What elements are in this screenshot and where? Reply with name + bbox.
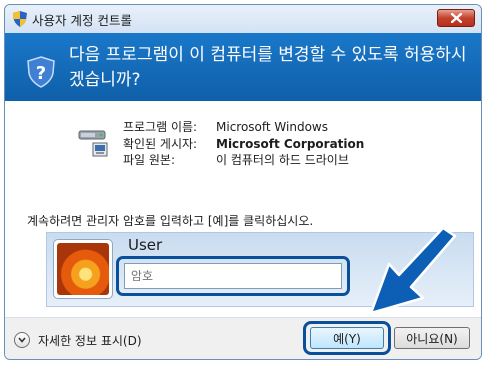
publisher-value: Microsoft Corporation — [216, 136, 365, 151]
program-name-value: Microsoft Windows — [216, 120, 328, 134]
publisher-row: 확인된 게시자: Microsoft Corporation — [123, 136, 364, 153]
no-button[interactable]: 아니요(N) — [394, 327, 470, 349]
avatar — [53, 239, 113, 299]
program-icon — [77, 125, 113, 163]
program-name-label: 프로그램 이름: — [123, 120, 198, 134]
user-name: User — [128, 236, 163, 254]
header-message: 다음 프로그램이 이 컴퓨터를 변경할 수 있도록 허용하시겠습니까? — [69, 45, 467, 90]
yes-button[interactable]: 예(Y) — [310, 327, 384, 349]
flower-picture — [57, 243, 109, 295]
pointer-arrow-icon — [365, 226, 460, 327]
program-name-row: 프로그램 이름: Microsoft Windows — [123, 119, 364, 136]
close-button[interactable] — [437, 9, 475, 27]
program-info: 프로그램 이름: Microsoft Windows 확인된 게시자: Micr… — [123, 119, 364, 169]
expand-details-icon[interactable] — [14, 332, 30, 348]
password-input[interactable] — [124, 263, 342, 289]
close-icon — [451, 13, 462, 23]
file-origin-value: 이 컴퓨터의 하드 드라이브 — [216, 153, 349, 167]
header-banner: ? 다음 프로그램이 이 컴퓨터를 변경할 수 있도록 허용하시겠습니까? — [5, 33, 481, 101]
publisher-label: 확인된 게시자: — [123, 136, 198, 151]
svg-text:?: ? — [36, 63, 46, 84]
file-origin-row: 파일 원본: 이 컴퓨터의 하드 드라이브 — [123, 152, 364, 169]
instruction-text: 계속하려면 관리자 암호를 입력하고 [예]를 클릭하십시오. — [27, 214, 314, 228]
uac-question-shield-icon: ? — [27, 56, 55, 92]
window-title: 사용자 계정 컨트롤 — [32, 13, 132, 28]
uac-shield-icon — [13, 11, 27, 31]
file-origin-label: 파일 원본: — [123, 153, 176, 167]
title-bar: 사용자 계정 컨트롤 — [5, 5, 481, 33]
show-details-link[interactable]: 자세한 정보 표시(D) — [38, 332, 142, 349]
